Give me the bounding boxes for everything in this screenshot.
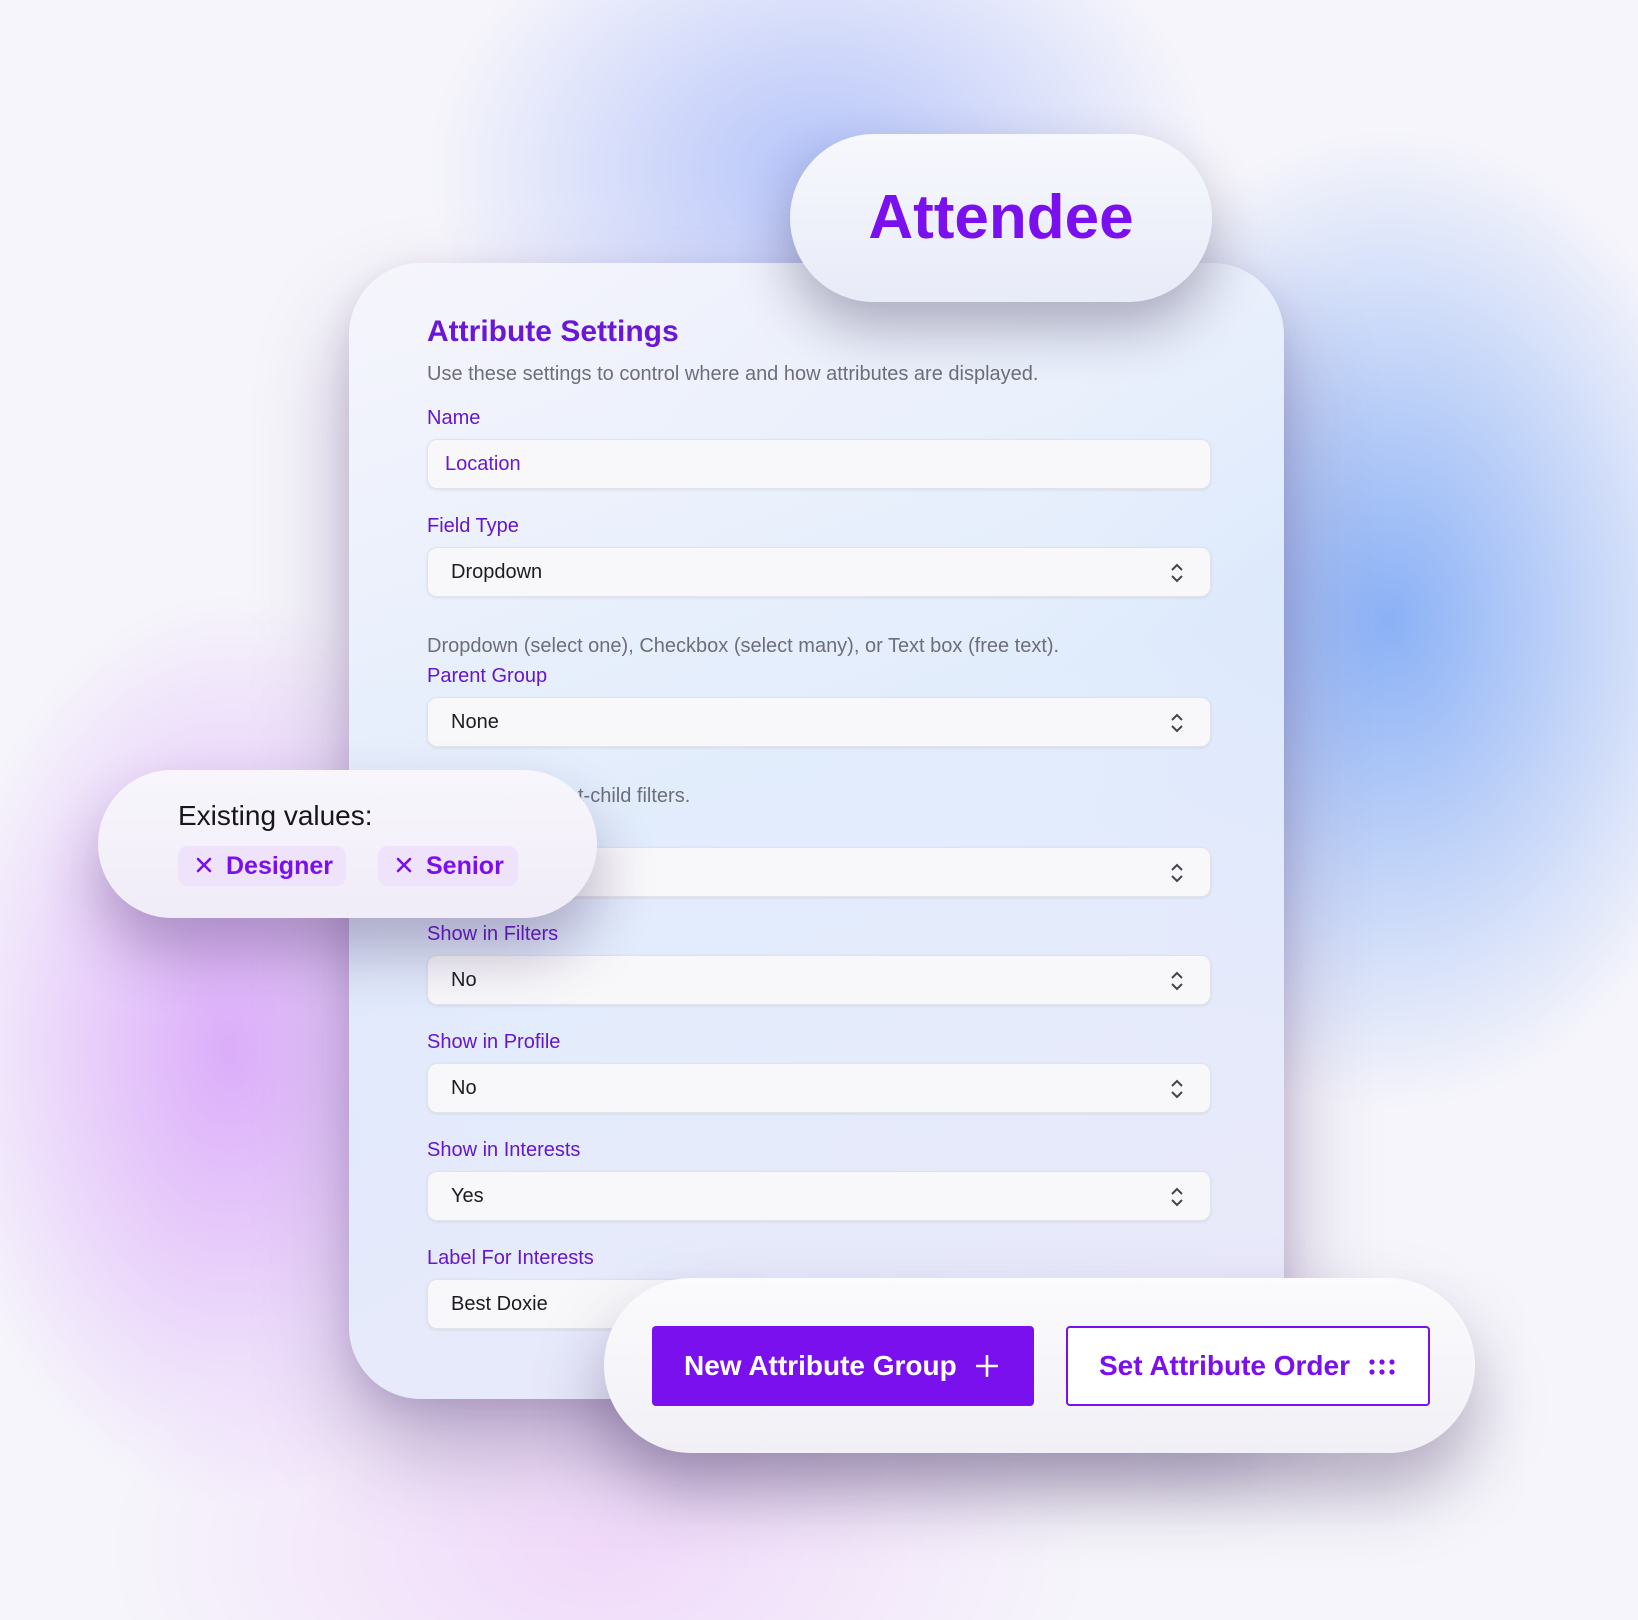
chevron-up-down-icon xyxy=(1171,1187,1183,1207)
parent-group-label: Parent Group xyxy=(427,665,548,687)
field-type-hint: Dropdown (select one), Checkbox (select … xyxy=(427,635,1060,657)
label-for-interests-value: Best Doxie xyxy=(451,1293,548,1315)
parent-group-hint: t-child filters. xyxy=(578,785,691,807)
set-attribute-order-button[interactable]: Set Attribute Order xyxy=(1066,1326,1430,1406)
existing-values-panel: Existing values: Designer Senior xyxy=(98,770,597,918)
parent-group-value: None xyxy=(451,711,499,733)
name-label: Name xyxy=(427,407,481,429)
value-chip-senior[interactable]: Senior xyxy=(378,846,518,886)
actions-panel: New Attribute Group Set Attribute Order xyxy=(604,1278,1475,1453)
field-type-value: Dropdown xyxy=(451,561,543,583)
show-in-profile-label: Show in Profile xyxy=(427,1031,561,1053)
label-for-interests-label: Label For Interests xyxy=(427,1247,594,1269)
value-chip-designer[interactable]: Designer xyxy=(178,846,346,886)
chip-label: Designer xyxy=(226,852,333,880)
field-type-label: Field Type xyxy=(427,515,519,537)
existing-values-title: Existing values: xyxy=(178,800,373,831)
chevron-up-down-icon xyxy=(1171,563,1183,583)
close-icon[interactable] xyxy=(396,857,412,873)
chip-label: Senior xyxy=(426,852,504,880)
show-in-interests-value: Yes xyxy=(451,1185,484,1207)
show-in-filters-value: No xyxy=(451,969,477,991)
field-type-select[interactable]: Dropdown xyxy=(427,547,1211,597)
show-in-filters-select[interactable]: No xyxy=(427,955,1211,1005)
show-in-filters-label: Show in Filters xyxy=(427,923,559,945)
show-in-interests-select[interactable]: Yes xyxy=(427,1171,1211,1221)
card-description: Use these settings to control where and … xyxy=(427,363,1039,385)
close-icon[interactable] xyxy=(196,857,212,873)
plus-icon xyxy=(976,1355,998,1377)
attendee-title: Attendee xyxy=(868,183,1134,252)
attendee-badge: Attendee xyxy=(790,134,1212,302)
show-in-profile-select[interactable]: No xyxy=(427,1063,1211,1113)
show-in-interests-label: Show in Interests xyxy=(427,1139,581,1161)
chevron-up-down-icon xyxy=(1171,1079,1183,1099)
parent-group-select[interactable]: None xyxy=(427,697,1211,747)
name-input[interactable]: Location xyxy=(427,439,1211,489)
name-input-value: Location xyxy=(445,453,521,475)
chevron-up-down-icon xyxy=(1171,863,1183,883)
new-attribute-group-button[interactable]: New Attribute Group xyxy=(652,1326,1034,1406)
drag-dots-icon xyxy=(1369,1359,1395,1375)
card-title: Attribute Settings xyxy=(427,315,679,348)
chevron-up-down-icon xyxy=(1171,971,1183,991)
set-attribute-order-label: Set Attribute Order xyxy=(1099,1350,1350,1381)
new-attribute-group-label: New Attribute Group xyxy=(684,1350,957,1381)
chevron-up-down-icon xyxy=(1171,713,1183,733)
show-in-profile-value: No xyxy=(451,1077,477,1099)
